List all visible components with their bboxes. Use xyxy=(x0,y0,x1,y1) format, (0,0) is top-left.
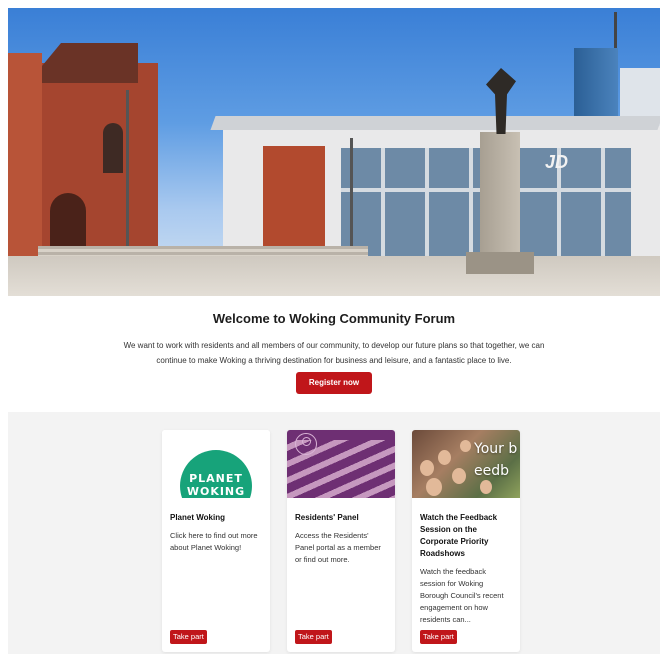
plaza xyxy=(8,256,660,296)
feedback-session-image: Your b feedb xyxy=(412,430,520,498)
page-title: Welcome to Woking Community Forum xyxy=(212,311,456,326)
card-title: Planet Woking xyxy=(170,513,225,522)
card-description: Watch the feedback session for Woking Bo… xyxy=(420,567,504,624)
hero-image: JD xyxy=(8,8,660,296)
engagement-cards: PLANET WOKING Planet Woking Click here t… xyxy=(8,412,660,654)
feedback-overlay-text: Your b feedb xyxy=(474,441,520,479)
welcome-section: Welcome to Woking Community Forum We wan… xyxy=(8,296,660,412)
planet-woking-logo: PLANET WOKING xyxy=(162,430,270,498)
take-part-button[interactable]: Take part xyxy=(295,630,332,644)
card-title: Watch the Feedback Session on the Corpor… xyxy=(420,513,498,558)
take-part-button[interactable]: Take part xyxy=(170,630,207,644)
welcome-text: We want to work with residents and all m… xyxy=(123,341,545,365)
card-title: Residents' Panel xyxy=(295,513,359,522)
war-memorial xyxy=(466,68,534,274)
card-feedback-session[interactable]: Your b feedb Watch the Feedback Session … xyxy=(412,430,520,652)
take-part-button[interactable]: Take part xyxy=(420,630,457,644)
register-button[interactable]: Register now xyxy=(296,372,372,394)
residents-panel-image xyxy=(287,430,395,498)
card-planet-woking[interactable]: PLANET WOKING Planet Woking Click here t… xyxy=(162,430,270,652)
card-description: Access the Residents' Panel portal as a … xyxy=(295,531,381,564)
store-sign: JD xyxy=(545,152,569,172)
card-description: Click here to find out more about Planet… xyxy=(170,531,258,552)
person-icon xyxy=(295,433,317,455)
shopping-centre: JD xyxy=(210,116,660,256)
church-building xyxy=(8,43,158,263)
card-residents-panel[interactable]: Residents' Panel Access the Residents' P… xyxy=(287,430,395,652)
